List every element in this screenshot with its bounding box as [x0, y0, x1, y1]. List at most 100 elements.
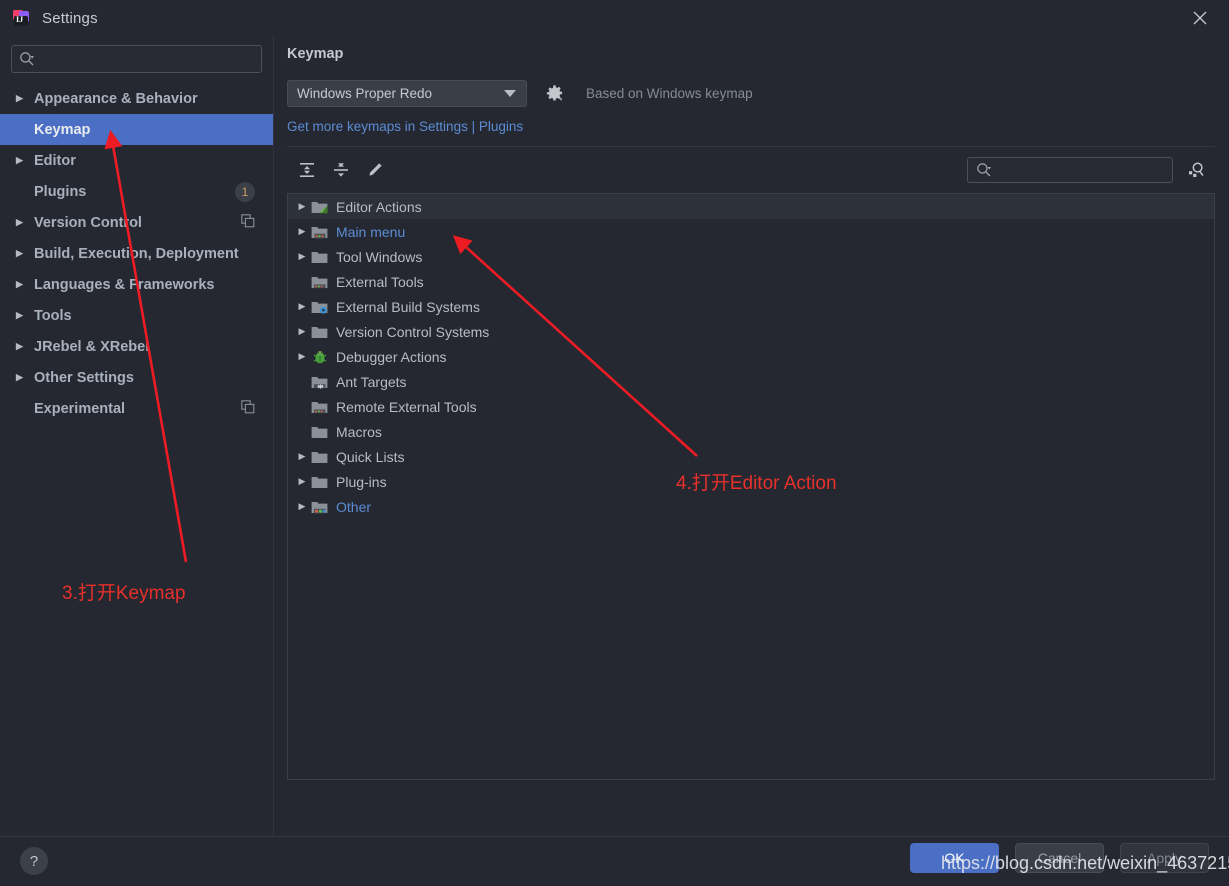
- sidebar-item-label: JRebel & XRebel: [34, 338, 150, 355]
- chevron-right-icon[interactable]: ▶: [293, 327, 311, 336]
- chevron-right-icon[interactable]: ▶: [293, 452, 311, 461]
- copy-settings-icon[interactable]: [241, 399, 255, 418]
- tree-row[interactable]: ▶External Tools: [288, 269, 1214, 294]
- tree-row[interactable]: ▶ Debugger Actions: [288, 344, 1214, 369]
- tree-row-label: Remote External Tools: [336, 398, 477, 415]
- bug-icon: [311, 349, 329, 365]
- folder-tools-icon: [311, 399, 329, 415]
- chevron-right-icon[interactable]: ▶: [293, 302, 311, 311]
- chevron-right-icon[interactable]: ▶: [293, 477, 311, 486]
- plugins-update-badge: 1: [235, 181, 255, 202]
- copy-settings-icon[interactable]: [241, 213, 255, 232]
- sidebar-item-jrebel-xrebel[interactable]: ▶ JRebel & XRebel: [0, 331, 273, 362]
- sidebar-item-label: Languages & Frameworks: [34, 276, 215, 293]
- settings-dialog: IJ Settings ▶Appearance & Behavior▶Keyma…: [0, 0, 1229, 886]
- chevron-right-icon[interactable]: ▶: [293, 252, 311, 261]
- search-box[interactable]: [11, 45, 262, 74]
- tree-row-label: Version Control Systems: [336, 323, 490, 340]
- pencil-edit-icon[interactable]: [361, 156, 389, 184]
- chevron-right-icon: ▶: [16, 248, 23, 258]
- tree-row[interactable]: ▶ Main menu: [288, 219, 1214, 244]
- folder-tools-icon: [311, 274, 329, 290]
- search-input[interactable]: [42, 46, 256, 74]
- chevron-right-icon: ▶: [16, 310, 23, 320]
- chevron-right-icon[interactable]: ▶: [293, 502, 311, 511]
- folder-icon: [311, 449, 329, 465]
- sidebar-item-plugins[interactable]: ▶Plugins1: [0, 176, 273, 207]
- sidebar-item-label: Version Control: [34, 214, 142, 231]
- keymap-toolbar: [287, 147, 1215, 193]
- chevron-right-icon[interactable]: ▶: [293, 202, 311, 211]
- tree-row[interactable]: ▶Ant Targets: [288, 369, 1214, 394]
- tree-row-label: Macros: [336, 423, 382, 440]
- shortcut-search-box[interactable]: [967, 157, 1173, 184]
- chevron-right-icon: ▶: [16, 279, 23, 289]
- sidebar-item-build-execution-deployment[interactable]: ▶ Build, Execution, Deployment: [0, 238, 273, 269]
- tree-row[interactable]: ▶ Other: [288, 494, 1214, 519]
- tree-row[interactable]: ▶ Quick Lists: [288, 444, 1214, 469]
- chevron-right-icon[interactable]: ▶: [293, 227, 311, 236]
- chevron-right-icon: ▶: [16, 217, 23, 227]
- tree-row[interactable]: ▶ Editor Actions: [288, 194, 1214, 219]
- tree-row-label: Quick Lists: [336, 448, 405, 465]
- shortcut-search-input[interactable]: [1000, 158, 1169, 184]
- tree-row-label: Debugger Actions: [336, 348, 447, 365]
- tree-row[interactable]: ▶Macros: [288, 419, 1214, 444]
- folder-other-icon: [311, 499, 329, 515]
- title-bar: IJ Settings: [0, 0, 1229, 36]
- chevron-right-icon: ▶: [16, 372, 23, 382]
- sidebar-item-label: Keymap: [34, 121, 91, 138]
- sidebar-search-wrap: [0, 36, 273, 74]
- expand-all-icon[interactable]: [293, 156, 321, 184]
- sidebar-item-appearance-behavior[interactable]: ▶ Appearance & Behavior: [0, 83, 273, 114]
- sidebar-item-label: Build, Execution, Deployment: [34, 245, 239, 262]
- watermark-url: https://blog.csdn.net/weixin_46372159: [941, 853, 1229, 873]
- chevron-right-icon: ▶: [16, 341, 23, 351]
- sidebar-item-label: Experimental: [34, 400, 126, 417]
- folder-build-icon: [311, 299, 329, 315]
- folder-icon: [311, 474, 329, 490]
- sidebar-item-experimental[interactable]: ▶Experimental: [0, 393, 273, 424]
- chevron-right-icon: ▶: [16, 93, 23, 103]
- keymap-select[interactable]: Windows Proper Redo: [287, 80, 527, 107]
- close-icon[interactable]: [1181, 4, 1219, 32]
- sidebar-item-label: Editor: [34, 152, 76, 169]
- intellij-idea-icon: IJ: [12, 9, 30, 27]
- tree-row-label: Editor Actions: [336, 198, 422, 215]
- chevron-right-icon: ▶: [16, 155, 23, 165]
- tree-row[interactable]: ▶Remote External Tools: [288, 394, 1214, 419]
- sidebar-item-other-settings[interactable]: ▶ Other Settings: [0, 362, 273, 393]
- chevron-right-icon[interactable]: ▶: [293, 352, 311, 361]
- folder-editor-icon: [311, 199, 329, 215]
- keymap-pane: Keymap Windows Proper Redo Based on Wind…: [275, 36, 1229, 836]
- keymap-select-value: Windows Proper Redo: [297, 86, 433, 101]
- sidebar-item-tools[interactable]: ▶ Tools: [0, 300, 273, 331]
- keymap-selector-row: Windows Proper Redo Based on Windows key…: [287, 80, 1215, 107]
- page-title: Keymap: [287, 46, 344, 62]
- tree-row-label: External Tools: [336, 273, 424, 290]
- sidebar-item-languages-frameworks[interactable]: ▶ Languages & Frameworks: [0, 269, 273, 300]
- sidebar-item-label: Plugins: [34, 183, 87, 200]
- find-by-shortcut-icon[interactable]: [1181, 156, 1211, 184]
- tree-row-label: Tool Windows: [336, 248, 423, 265]
- folder-icon: [311, 249, 329, 265]
- folder-icon: [311, 324, 329, 340]
- tree-row[interactable]: ▶ Version Control Systems: [288, 319, 1214, 344]
- tree-row-label: Other: [336, 498, 372, 515]
- help-button[interactable]: ?: [20, 847, 48, 875]
- tree-row[interactable]: ▶ Tool Windows: [288, 244, 1214, 269]
- settings-sidebar: ▶Appearance & Behavior▶Keymap▶Editor▶Plu…: [0, 36, 274, 836]
- collapse-all-icon[interactable]: [327, 156, 355, 184]
- sidebar-item-label: Tools: [34, 307, 72, 324]
- annotation-step-3: 3.打开Keymap: [62, 583, 186, 604]
- tree-row[interactable]: ▶ External Build Systems: [288, 294, 1214, 319]
- sidebar-item-keymap[interactable]: ▶Keymap: [0, 114, 273, 145]
- window-title: Settings: [42, 9, 98, 27]
- based-on-label: Based on Windows keymap: [586, 86, 753, 101]
- sidebar-item-version-control[interactable]: ▶ Version Control: [0, 207, 273, 238]
- tree-row-label: Plug-ins: [336, 473, 387, 490]
- get-more-keymaps-link[interactable]: Get more keymaps in Settings | Plugins: [287, 119, 1215, 134]
- gear-icon[interactable]: [545, 84, 564, 103]
- tree-row-label: Main menu: [336, 223, 406, 240]
- sidebar-item-editor[interactable]: ▶ Editor: [0, 145, 273, 176]
